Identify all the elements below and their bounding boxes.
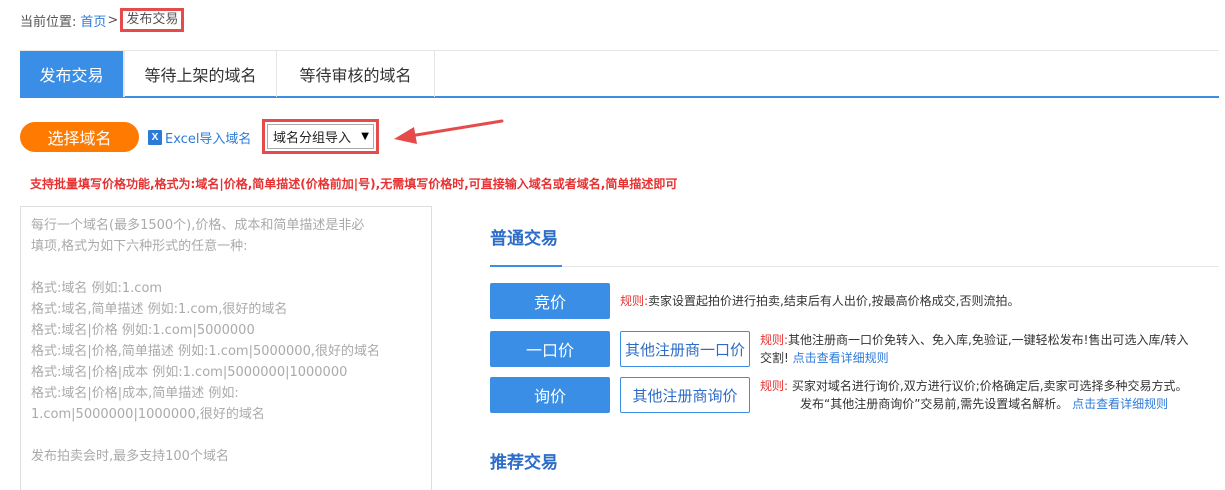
group-import-value: 域名分组导入 xyxy=(273,131,352,146)
section-divider xyxy=(490,266,1219,267)
section-divider-active xyxy=(490,265,562,267)
other-registrar-fixed-price-button[interactable]: 其他注册商一口价 xyxy=(620,331,750,367)
fixed-price-rule-link[interactable]: 点击查看详细规则 xyxy=(793,351,889,365)
breadcrumb: 当前位置: 首页 > 发布交易 xyxy=(20,8,185,32)
placeholder-line: 格式:域名|价格|成本,简单描述 例如: xyxy=(31,386,239,401)
placeholder-line: 发布拍卖会时,最多支持100个域名 xyxy=(31,449,229,464)
excel-import-label: Excel导入域名 xyxy=(165,132,252,147)
caret-down-icon: ▼ xyxy=(361,131,369,142)
fixed-price-rule: 规则:其他注册商一口价免转入、免入库,免验证,一键轻松发布!售出可选入库/转入 … xyxy=(760,331,1225,367)
recommend-trade-title: 推荐交易 xyxy=(490,453,558,473)
placeholder-line: 每行一个域名(最多1500个),价格、成本和简单描述是非必 xyxy=(31,218,365,233)
breadcrumb-home-link[interactable]: 首页 xyxy=(80,11,106,30)
placeholder-line: 格式:域名|价格 例如:1.com|5000000 xyxy=(31,323,255,338)
group-import-highlight: 域名分组导入 ▼ xyxy=(262,119,379,154)
rule-text: 发布“其他注册商询价”交易前,需先设置域名解析。 xyxy=(800,397,1069,411)
other-registrar-inquiry-button[interactable]: 其他注册商询价 xyxy=(620,377,750,413)
domain-input-textarea[interactable]: 每行一个域名(最多1500个),价格、成本和简单描述是非必 填项,格式为如下六种… xyxy=(20,206,432,490)
placeholder-line: 格式:域名 例如:1.com xyxy=(31,281,163,296)
placeholder-line: 格式:域名|价格|成本 例如:1.com|5000000|1000000 xyxy=(31,365,348,380)
tab-publish-trade[interactable]: 发布交易 xyxy=(20,51,124,97)
excel-import-link[interactable]: X Excel导入域名 xyxy=(148,128,251,147)
excel-icon: X xyxy=(148,130,162,145)
rule-text: 买家对域名进行询价,双方进行议价;价格确定后,卖家可选择多种交易方式。 xyxy=(791,379,1188,393)
breadcrumb-current: 发布交易 xyxy=(120,8,185,32)
auction-button[interactable]: 竞价 xyxy=(490,283,610,319)
placeholder-line: 格式:域名|价格,简单描述 例如:1.com|5000000,很好的域名 xyxy=(31,344,380,359)
placeholder-line: 格式:域名,简单描述 例如:1.com,很好的域名 xyxy=(31,302,288,317)
rule-text: 其他注册商一口价免转入、免入库,免验证,一键轻松发布!售出可选入库/转入 xyxy=(788,333,1189,347)
rule-text: 卖家设置起拍价进行拍卖,结束后有人出价,按最高价格成交,否则流拍。 xyxy=(648,294,1020,308)
rule-label: 规则: xyxy=(760,379,789,393)
inquiry-button[interactable]: 询价 xyxy=(490,377,610,413)
select-domain-button[interactable]: 选择域名 xyxy=(20,122,139,152)
placeholder-line: 填项,格式为如下六种形式的任意一种: xyxy=(31,239,248,254)
inquiry-rule-link[interactable]: 点击查看详细规则 xyxy=(1072,397,1168,411)
inquiry-rule: 规则: 买家对域名进行询价,双方进行议价;价格确定后,卖家可选择多种交易方式。 … xyxy=(760,377,1225,413)
breadcrumb-separator: > xyxy=(107,12,119,28)
group-import-select[interactable]: 域名分组导入 ▼ xyxy=(267,124,374,149)
annotation-arrow-icon xyxy=(394,119,504,144)
placeholder-line: 1.com|5000000|1000000,很好的域名 xyxy=(31,407,265,422)
tab-pending-review[interactable]: 等待审核的域名 xyxy=(277,51,435,97)
batch-price-hint: 支持批量填写价格功能,格式为:域名|价格,简单描述(价格前加|号),无需填写价格… xyxy=(30,177,678,191)
tab-bar: 发布交易 等待上架的域名 等待审核的域名 xyxy=(20,50,1219,98)
fixed-price-button[interactable]: 一口价 xyxy=(490,331,610,367)
auction-rule: 规则:卖家设置起拍价进行拍卖,结束后有人出价,按最高价格成交,否则流拍。 xyxy=(620,292,1020,310)
rule-label: 规则: xyxy=(620,294,649,308)
normal-trade-title: 普通交易 xyxy=(490,229,558,249)
breadcrumb-label: 当前位置: xyxy=(20,14,77,30)
rule-label: 规则: xyxy=(760,333,789,347)
rule-text: 交割! xyxy=(760,351,789,365)
tab-pending-listing[interactable]: 等待上架的域名 xyxy=(124,51,277,97)
